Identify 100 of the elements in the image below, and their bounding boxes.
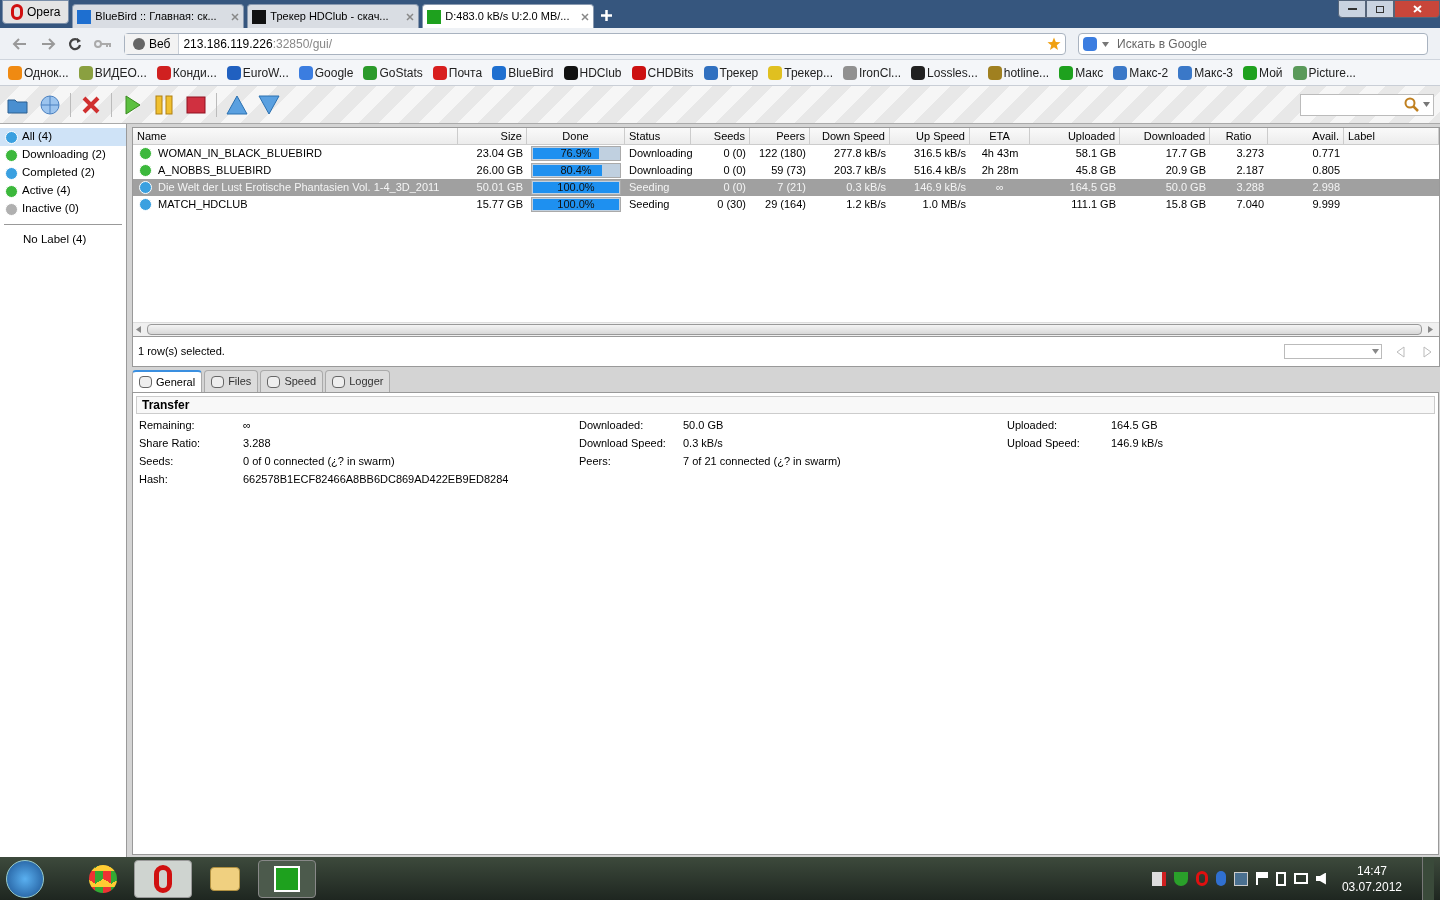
bookmark[interactable]: BlueBird — [492, 63, 554, 82]
field-value: 0 of 0 connected (¿? in swarm) — [243, 453, 395, 469]
table-cell: ∞ — [996, 181, 1004, 194]
browser-tab[interactable]: Трекер HDClub - скач... — [247, 4, 420, 28]
detail-tab[interactable]: General — [132, 370, 203, 392]
column-header[interactable]: Peers — [750, 128, 810, 145]
table-cell: 50.01 GB — [476, 181, 523, 194]
forward-icon[interactable] — [40, 36, 56, 51]
menu-button[interactable]: Opera — [2, 0, 70, 24]
column-header[interactable]: Up Speed — [890, 128, 970, 145]
field-value: ∞ — [243, 417, 251, 433]
column-header[interactable]: Avail. — [1268, 128, 1344, 145]
field-label: Remaining: — [139, 417, 196, 433]
scroll-right-icon[interactable] — [1428, 326, 1433, 333]
bookmark[interactable]: ВИДЕО... — [78, 63, 147, 82]
category-item[interactable]: Downloading (2) — [0, 146, 126, 164]
search-icon[interactable] — [1404, 96, 1420, 113]
table-cell: 203.7 kB/s — [834, 164, 886, 177]
web-badge[interactable]: Веб — [125, 33, 180, 54]
field-value: 3.288 — [243, 435, 271, 451]
detail-tab[interactable]: Logger — [325, 370, 391, 392]
search-field[interactable]: Искать в Google — [1078, 32, 1428, 55]
column-header[interactable]: Label — [1344, 128, 1439, 145]
table-cell: 1.2 kB/s — [846, 198, 886, 211]
detail-tab[interactable]: Files — [204, 370, 259, 392]
browser-tab[interactable]: BlueBird :: Главная: ск... — [72, 4, 245, 28]
bookmark[interactable]: Макс-2 — [1113, 63, 1169, 82]
bookmark[interactable]: Макс — [1059, 63, 1104, 82]
column-header[interactable]: Uploaded — [1030, 128, 1120, 145]
bookmark[interactable]: Picture... — [1292, 63, 1356, 82]
down-arrow-icon[interactable] — [257, 92, 281, 117]
bookmark[interactable]: Конди... — [156, 63, 217, 82]
bookmark[interactable]: CHDBits — [631, 63, 694, 82]
dropdown-caret-icon[interactable] — [1102, 41, 1109, 47]
table-cell: 1.0 MB/s — [922, 198, 966, 211]
column-header[interactable]: Size — [458, 128, 527, 145]
column-header[interactable]: Status — [625, 128, 691, 145]
field-label: Uploaded: — [1007, 417, 1059, 433]
bookmark[interactable]: Почта — [432, 63, 483, 82]
reload-icon[interactable] — [68, 36, 82, 51]
maximize-button[interactable] — [1366, 0, 1394, 18]
label-item[interactable]: No Label (4) — [0, 231, 126, 249]
pause-icon[interactable] — [152, 92, 176, 117]
category-item[interactable]: Inactive (0) — [0, 200, 126, 218]
clock[interactable]: 14:47 03.07.2012 — [1341, 862, 1402, 895]
bookmark[interactable]: HDClub — [563, 63, 622, 82]
address-field[interactable]: Веб 213.186.119.226:32850/gui/ — [124, 32, 1066, 55]
bookmark[interactable]: Макс-3 — [1178, 63, 1234, 82]
new-tab-icon[interactable] — [601, 10, 613, 21]
scrollbar-thumb[interactable] — [147, 324, 1422, 335]
column-header[interactable]: Name — [133, 128, 458, 145]
speaker-icon[interactable] — [1315, 872, 1326, 885]
column-header[interactable]: Seeds — [691, 128, 750, 145]
table-cell: 17.7 GB — [1165, 147, 1206, 160]
scroll-left-icon[interactable] — [136, 326, 141, 333]
field-value: 7 of 21 connected (¿? in swarm) — [683, 453, 841, 469]
close-icon[interactable] — [581, 12, 590, 21]
table-cell-text: MATCH_HDCLUB — [158, 197, 248, 213]
back-icon[interactable] — [12, 36, 28, 51]
minimize-button[interactable] — [1338, 0, 1366, 18]
table-cell: 146.9 kB/s — [914, 181, 966, 194]
column-header[interactable]: Ratio — [1210, 128, 1268, 145]
column-header[interactable]: ETA — [970, 128, 1030, 145]
filter-field[interactable] — [1300, 93, 1434, 116]
column-header[interactable]: Down Speed — [810, 128, 890, 145]
bookmark[interactable]: hotline... — [987, 63, 1050, 82]
shield-icon[interactable] — [1173, 871, 1188, 886]
torrent-row[interactable]: Die Welt der Lust Erotische Phantasien Vol. 1-4_3D_2011 50.01 GB 100.0% Seeding 0 (0) 7 (21) 0.3 kB/s 146.9 kB/s ∞ 164.5 GB 50.0 GB 3.288 2.998 — [133, 179, 1439, 196]
table-cell: 26.00 GB — [476, 164, 523, 177]
bookmark[interactable]: IronCl... — [843, 63, 902, 82]
category-item[interactable]: Completed (2) — [0, 164, 126, 182]
bookmark[interactable]: Lossles... — [911, 63, 978, 82]
table-cell: 0 (0) — [723, 147, 746, 160]
start-button[interactable] — [6, 859, 44, 898]
horizontal-scrollbar[interactable] — [133, 322, 1439, 336]
tab-title: D:483.0 kB/s U:2.0 MB/... — [445, 9, 571, 25]
show-desktop-button[interactable] — [1422, 857, 1434, 900]
bookmark[interactable]: Google — [298, 63, 354, 82]
bookmark[interactable]: GoStats — [363, 63, 423, 82]
bookmark[interactable]: EuroW... — [226, 63, 289, 82]
flag-icon[interactable] — [1255, 872, 1268, 885]
dropdown-caret-icon[interactable] — [1423, 102, 1430, 107]
category-item[interactable]: Active (4) — [0, 182, 126, 200]
column-header[interactable]: Downloaded — [1120, 128, 1210, 145]
detail-tab[interactable]: Speed — [260, 370, 324, 392]
tab-icon — [139, 376, 152, 388]
table-cell: 4h 43m — [981, 147, 1019, 160]
browser-tab[interactable]: D:483.0 kB/s U:2.0 MB/... — [422, 4, 595, 28]
star-icon[interactable] — [1047, 36, 1061, 51]
close-button[interactable] — [1394, 0, 1440, 18]
category-item[interactable]: All (4) — [0, 128, 126, 146]
bookmark[interactable]: Трекер — [703, 63, 759, 82]
bookmark[interactable]: Однок... — [8, 63, 69, 82]
bookmark[interactable]: Трекер... — [768, 63, 834, 82]
bookmark[interactable]: Мой — [1243, 63, 1283, 82]
column-header[interactable]: Done — [527, 128, 625, 145]
close-icon[interactable] — [406, 12, 415, 21]
monitor-icon[interactable] — [1293, 873, 1308, 884]
close-icon[interactable] — [231, 12, 240, 21]
table-cell-text: Die Welt der Lust Erotische Phantasien Vol. 1-4_3D_2011 — [158, 180, 440, 196]
